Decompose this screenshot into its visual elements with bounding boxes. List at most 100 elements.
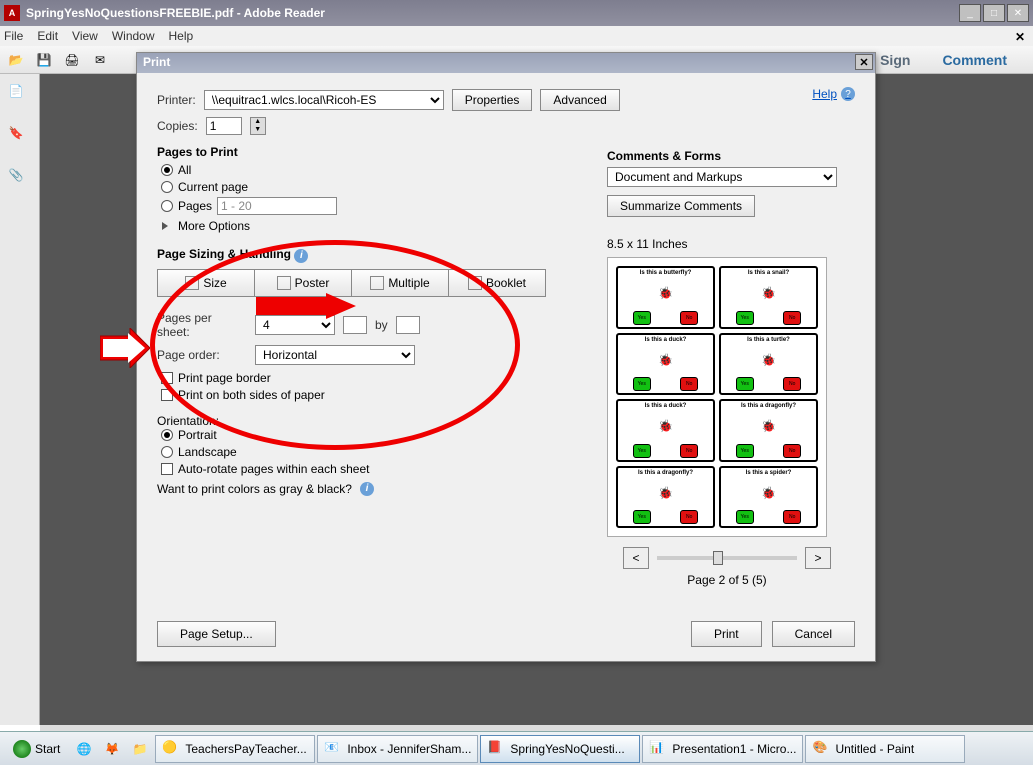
menubar: File Edit View Window Help — [0, 26, 1033, 46]
menu-window[interactable]: Window — [112, 29, 155, 43]
preview-card: Is this a snail?🐞YesNo — [719, 266, 818, 329]
copies-input[interactable] — [206, 117, 242, 135]
taskbar-item-adobe[interactable]: 📕SpringYesNoQuesti... — [480, 735, 640, 763]
gray-info-icon[interactable]: i — [360, 482, 374, 496]
print-button[interactable]: Print — [691, 621, 762, 647]
print-border-checkbox[interactable] — [161, 372, 173, 384]
printer-select[interactable]: \\equitrac1.wlcs.local\Ricoh-ES — [204, 90, 444, 110]
gray-black-label: Want to print colors as gray & black? — [157, 482, 352, 496]
preview-card: Is this a duck?🐞YesNo — [616, 333, 715, 396]
firefox-icon[interactable]: 🦊 — [99, 736, 125, 762]
size-icon — [185, 276, 199, 290]
preview-card: Is this a spider?🐞YesNo — [719, 466, 818, 529]
pdf-icon: A — [4, 5, 20, 21]
preview-prev-button[interactable]: < — [623, 547, 649, 569]
menu-help[interactable]: Help — [169, 29, 194, 43]
both-sides-checkbox[interactable] — [161, 389, 173, 401]
comments-forms-header: Comments & Forms — [607, 149, 847, 163]
print-dialog: Print ✕ Help ? Printer: \\equitrac1.wlcs… — [136, 52, 876, 662]
size-button[interactable]: Size — [157, 269, 255, 297]
page-thumbnails-icon[interactable]: 📄 — [9, 84, 31, 106]
portrait-radio[interactable] — [161, 429, 173, 441]
slider-thumb[interactable] — [713, 551, 723, 565]
taskbar-item-paint[interactable]: 🎨 Untitled - Paint — [805, 735, 965, 763]
all-radio[interactable] — [161, 164, 173, 176]
more-options-toggle[interactable]: More Options — [178, 219, 250, 233]
multiple-label: Multiple — [388, 276, 429, 290]
comment-action[interactable]: Comment — [930, 48, 1019, 72]
pages-per-sheet-select[interactable]: 4 — [255, 315, 335, 335]
landscape-radio[interactable] — [161, 446, 173, 458]
attachment-icon[interactable]: 📎 — [9, 168, 31, 190]
dialog-title: Print — [143, 55, 170, 69]
ie-icon[interactable]: 🌐 — [71, 736, 97, 762]
print-border-label: Print page border — [178, 371, 271, 385]
booklet-icon — [468, 276, 482, 290]
paper-dimensions: 8.5 x 11 Inches — [607, 237, 847, 251]
booklet-button[interactable]: Booklet — [448, 269, 546, 297]
app-title: SpringYesNoQuestionsFREEBIE.pdf - Adobe … — [26, 6, 959, 20]
comments-forms-select[interactable]: Document and Markups — [607, 167, 837, 187]
summarize-button[interactable]: Summarize Comments — [607, 195, 755, 217]
mail-icon[interactable]: ✉ — [88, 48, 112, 72]
paint-icon: 🎨 — [812, 740, 830, 758]
by-label: by — [375, 318, 388, 332]
window-buttons: _ □ ✕ — [959, 4, 1029, 22]
cancel-button[interactable]: Cancel — [772, 621, 855, 647]
auto-rotate-checkbox[interactable] — [161, 463, 173, 475]
taskbar-item-outlook[interactable]: 📧Inbox - JenniferSham... — [317, 735, 478, 763]
custom-rows-input[interactable] — [396, 316, 420, 334]
both-sides-label: Print on both sides of paper — [178, 388, 325, 402]
explorer-icon[interactable]: 📁 — [127, 736, 153, 762]
taskbar-item-label: TeachersPayTeacher... — [185, 742, 306, 756]
preview-slider[interactable] — [657, 556, 797, 560]
copies-label: Copies: — [157, 119, 198, 133]
pages-range-input[interactable] — [217, 197, 337, 215]
print-preview: Is this a butterfly?🐞YesNoIs this a snai… — [607, 257, 827, 537]
copies-spinner[interactable]: ▲▼ — [250, 117, 266, 135]
close-button[interactable]: ✕ — [1007, 4, 1029, 22]
outlook-icon: 📧 — [324, 740, 342, 758]
pages-radio[interactable] — [161, 200, 173, 212]
poster-button[interactable]: Poster — [254, 269, 352, 297]
preview-page-label: Page 2 of 5 (5) — [607, 573, 847, 587]
menu-file[interactable]: File — [4, 29, 23, 43]
size-label: Size — [203, 276, 226, 290]
taskbar-item-chrome[interactable]: 🟡TeachersPayTeacher... — [155, 735, 315, 763]
booklet-label: Booklet — [486, 276, 526, 290]
preview-card: Is this a butterfly?🐞YesNo — [616, 266, 715, 329]
poster-label: Poster — [295, 276, 330, 290]
print-icon[interactable]: 🖨 — [60, 48, 84, 72]
taskbar-item-powerpoint[interactable]: 📊Presentation1 - Micro... — [642, 735, 803, 763]
multiple-button[interactable]: Multiple — [351, 269, 449, 297]
pages-per-sheet-label: Pages per sheet: — [157, 311, 247, 339]
portrait-label: Portrait — [178, 428, 217, 442]
info-icon[interactable]: i — [294, 249, 308, 263]
start-orb-icon — [13, 740, 31, 758]
minimize-button[interactable]: _ — [959, 4, 981, 22]
page-order-select[interactable]: Horizontal — [255, 345, 415, 365]
dialog-titlebar: Print ✕ — [137, 53, 875, 73]
expand-icon[interactable] — [162, 222, 168, 230]
preview-next-button[interactable]: > — [805, 547, 831, 569]
auto-rotate-label: Auto-rotate pages within each sheet — [178, 462, 369, 476]
powerpoint-icon: 📊 — [649, 740, 667, 758]
properties-button[interactable]: Properties — [452, 89, 533, 111]
save-icon[interactable]: 💾 — [32, 48, 56, 72]
start-label: Start — [35, 742, 60, 756]
sign-action[interactable]: Sign — [868, 48, 922, 72]
bookmark-icon[interactable]: 🔖 — [9, 126, 31, 148]
dialog-close-button[interactable]: ✕ — [855, 54, 873, 70]
start-button[interactable]: Start — [4, 736, 69, 762]
maximize-button[interactable]: □ — [983, 4, 1005, 22]
doc-close-button[interactable]: ✕ — [1011, 28, 1029, 46]
multiple-icon — [370, 276, 384, 290]
current-page-radio[interactable] — [161, 181, 173, 193]
menu-edit[interactable]: Edit — [37, 29, 58, 43]
preview-card: Is this a turtle?🐞YesNo — [719, 333, 818, 396]
menu-view[interactable]: View — [72, 29, 98, 43]
page-setup-button[interactable]: Page Setup... — [157, 621, 276, 647]
open-icon[interactable]: 📂 — [4, 48, 28, 72]
taskbar-item-label: Untitled - Paint — [835, 742, 914, 756]
custom-cols-input[interactable] — [343, 316, 367, 334]
